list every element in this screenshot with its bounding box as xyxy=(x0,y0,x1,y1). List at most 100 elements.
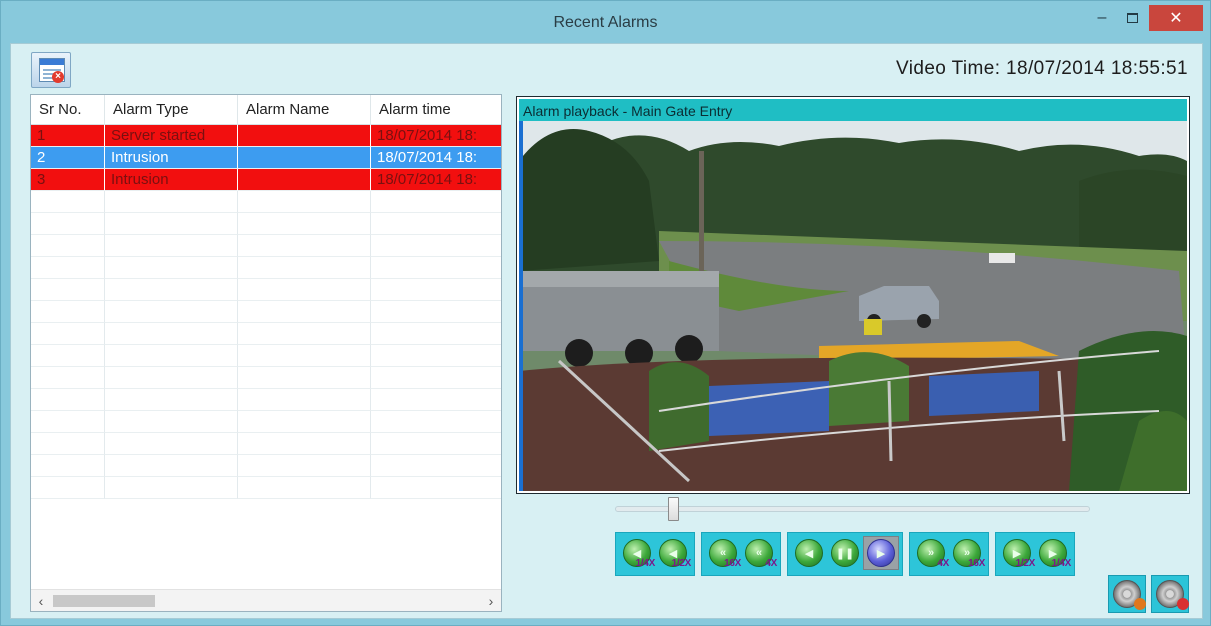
seek-slider-thumb[interactable] xyxy=(668,497,679,521)
table-cell-sr xyxy=(31,279,105,301)
column-header-alarm-name[interactable]: Alarm Name xyxy=(238,95,371,125)
play-button[interactable]: ▶ xyxy=(863,536,899,570)
table-cell-sr: 2 xyxy=(31,147,105,169)
table-cell-sr xyxy=(31,389,105,411)
empty-table-row xyxy=(31,191,501,213)
table-cell-name xyxy=(238,213,371,235)
table-cell-type xyxy=(105,367,238,389)
table-cell-time: 18/07/2014 18: xyxy=(371,125,501,147)
table-cell-sr xyxy=(31,301,105,323)
step-forward-button[interactable]: ▶ 1/4X xyxy=(1035,536,1071,570)
table-cell-time xyxy=(371,389,501,411)
table-cell-name xyxy=(238,301,371,323)
table-cell-name xyxy=(238,477,371,499)
speed-label: 1/2X xyxy=(1015,558,1036,569)
table-row[interactable]: 2 Intrusion 18/07/2014 18: xyxy=(31,147,501,169)
window-title: Recent Alarms xyxy=(553,14,658,31)
title-bar[interactable]: Recent Alarms – ✕ xyxy=(1,1,1210,43)
table-cell-time xyxy=(371,477,501,499)
table-cell-sr xyxy=(31,235,105,257)
scrollbar-thumb[interactable] xyxy=(53,595,155,607)
save-clip-button[interactable] xyxy=(1151,575,1189,613)
table-cell-sr xyxy=(31,367,105,389)
scroll-left-arrow[interactable]: ‹ xyxy=(31,590,51,611)
client-area: × Video Time: 18/07/2014 18:55:51 Sr No.… xyxy=(10,43,1203,619)
minimize-button[interactable]: – xyxy=(1089,5,1115,31)
alarm-table: Sr No. Alarm Type Alarm Name Alarm time … xyxy=(30,94,502,612)
pause-button[interactable]: ❚❚ xyxy=(827,536,863,570)
playback-seek-slider[interactable] xyxy=(615,497,1090,521)
rewind-button[interactable]: «16X xyxy=(705,536,741,570)
control-group: ◀ ❚❚ ▶ xyxy=(787,532,903,576)
table-cell-type xyxy=(105,301,238,323)
table-cell-time xyxy=(371,191,501,213)
control-group: ▶ 1/2X ▶ 1/4X xyxy=(995,532,1075,576)
close-button[interactable]: ✕ xyxy=(1149,5,1203,31)
table-cell-name xyxy=(238,411,371,433)
column-header-alarm-time[interactable]: Alarm time xyxy=(371,95,501,125)
speed-label: 16X xyxy=(968,558,985,569)
table-cell-name xyxy=(238,389,371,411)
fast-forward-button[interactable]: » 16X xyxy=(949,536,985,570)
maximize-icon xyxy=(1126,13,1138,23)
table-cell-sr xyxy=(31,477,105,499)
table-cell-type xyxy=(105,191,238,213)
table-cell-name xyxy=(238,455,371,477)
empty-table-row xyxy=(31,455,501,477)
table-cell-name xyxy=(238,125,371,147)
table-cell-type xyxy=(105,235,238,257)
rewind-button[interactable]: «4X xyxy=(741,536,777,570)
speed-label: 4X xyxy=(937,558,949,569)
table-cell-type xyxy=(105,257,238,279)
step-forward-button[interactable]: ▶ 1/2X xyxy=(999,536,1035,570)
table-header: Sr No. Alarm Type Alarm Name Alarm time xyxy=(31,95,501,125)
play-reverse-icon: ◀ xyxy=(795,539,823,567)
table-cell-sr xyxy=(31,213,105,235)
clear-alarms-button[interactable]: × xyxy=(31,52,71,88)
table-cell-name xyxy=(238,279,371,301)
empty-table-row xyxy=(31,323,501,345)
table-row[interactable]: 3 Intrusion 18/07/2014 18: xyxy=(31,169,501,191)
table-cell-type: Intrusion xyxy=(105,147,238,169)
empty-table-row xyxy=(31,477,501,499)
table-cell-sr: 1 xyxy=(31,125,105,147)
table-cell-type xyxy=(105,345,238,367)
empty-table-row xyxy=(31,389,501,411)
table-cell-sr xyxy=(31,345,105,367)
empty-table-row xyxy=(31,257,501,279)
column-header-sr-no[interactable]: Sr No. xyxy=(31,95,105,125)
table-cell-sr xyxy=(31,455,105,477)
maximize-button[interactable] xyxy=(1119,5,1145,31)
speed-label: 16X xyxy=(724,558,741,569)
table-cell-name xyxy=(238,147,371,169)
column-header-alarm-type[interactable]: Alarm Type xyxy=(105,95,238,125)
video-frame[interactable] xyxy=(519,121,1187,491)
table-cell-time xyxy=(371,301,501,323)
horizontal-scrollbar[interactable]: ‹ › xyxy=(31,589,501,611)
empty-table-row xyxy=(31,213,501,235)
export-clip-button[interactable] xyxy=(1108,575,1146,613)
table-cell-name xyxy=(238,433,371,455)
table-cell-type xyxy=(105,389,238,411)
table-cell-sr: 3 xyxy=(31,169,105,191)
table-cell-time xyxy=(371,213,501,235)
step-back-button[interactable]: ◀ 1/2X xyxy=(655,536,691,570)
table-cell-time xyxy=(371,455,501,477)
fast-forward-button[interactable]: » 4X xyxy=(913,536,949,570)
speed-label: 1/2X xyxy=(671,558,692,569)
table-cell-sr xyxy=(31,191,105,213)
table-cell-name xyxy=(238,257,371,279)
table-cell-sr xyxy=(31,323,105,345)
table-row[interactable]: 1 Server started 18/07/2014 18: xyxy=(31,125,501,147)
player-title: Alarm playback - Main Gate Entry xyxy=(519,99,1187,121)
control-group: ◀ 1/4X ◀ 1/2X xyxy=(615,532,695,576)
playback-controls: ◀ 1/4X ◀ 1/2X «16X «4X ◀ ❚❚ ▶» 4X» 16X ▶ 1/2X ▶ 1/4X xyxy=(615,532,1075,576)
table-cell-time xyxy=(371,411,501,433)
table-cell-sr xyxy=(31,433,105,455)
step-back-button[interactable]: ◀ 1/4X xyxy=(619,536,655,570)
table-cell-name xyxy=(238,191,371,213)
play-reverse-button[interactable]: ◀ xyxy=(791,536,827,570)
scroll-right-arrow[interactable]: › xyxy=(481,590,501,611)
empty-table-row xyxy=(31,301,501,323)
table-cell-time xyxy=(371,257,501,279)
